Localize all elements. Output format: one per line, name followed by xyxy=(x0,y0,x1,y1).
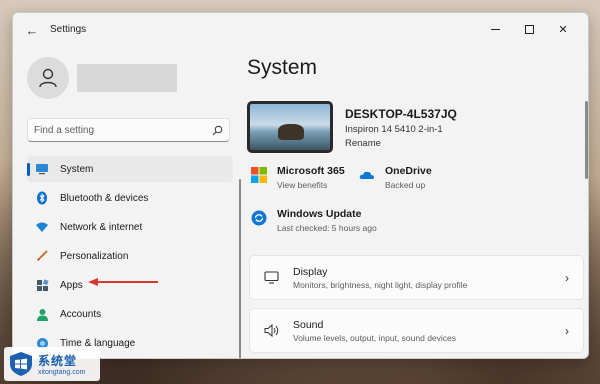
sound-icon xyxy=(263,323,279,339)
back-button[interactable]: ← xyxy=(23,22,41,38)
sound-card[interactable]: Sound Volume levels, output, input, soun… xyxy=(249,308,584,353)
minimize-icon xyxy=(490,28,500,30)
apps-icon xyxy=(35,278,49,292)
wifi-icon xyxy=(35,220,49,234)
sidebar-item-personalization[interactable]: Personalization xyxy=(27,243,233,269)
quick-title: OneDrive xyxy=(385,165,432,177)
sidebar-item-network[interactable]: Network & internet xyxy=(27,214,233,240)
onedrive-icon xyxy=(359,171,374,179)
quick-subtitle: Last checked: 5 hours ago xyxy=(277,223,377,233)
brush-icon xyxy=(35,249,49,263)
annotation-arrow xyxy=(88,278,158,286)
chevron-right-icon: › xyxy=(565,324,569,338)
accounts-icon xyxy=(35,307,49,321)
watermark-logo: 系统堂 xitongtang.com xyxy=(4,347,100,381)
quick-title: Microsoft 365 xyxy=(277,165,345,177)
windows-update-tile[interactable]: Windows Update Last checked: 5 hours ago xyxy=(251,208,377,233)
device-card: DESKTOP-4L537JQ Inspiron 14 5410 2-in-1 … xyxy=(247,101,457,153)
display-icon xyxy=(263,270,279,286)
sidebar-item-system[interactable]: System xyxy=(27,156,233,182)
maximize-button[interactable] xyxy=(514,19,544,39)
sidebar-nav: System Bluetooth & devices Network & int… xyxy=(27,156,233,358)
watermark-url: xitongtang.com xyxy=(38,369,86,376)
system-icon xyxy=(35,162,49,176)
display-card[interactable]: Display Monitors, brightness, night ligh… xyxy=(249,255,584,300)
sidebar-item-label: Apps xyxy=(60,279,83,291)
maximize-icon xyxy=(524,24,534,34)
bluetooth-icon xyxy=(35,191,49,205)
back-arrow-icon: ← xyxy=(25,22,39,38)
minimize-button[interactable] xyxy=(480,19,510,39)
rename-link[interactable]: Rename xyxy=(345,138,457,149)
card-title: Display xyxy=(293,265,328,278)
sidebar-item-label: System xyxy=(60,163,94,175)
device-name: DESKTOP-4L537JQ xyxy=(345,107,457,121)
page-title: System xyxy=(247,56,318,79)
sidebar-item-label: Accounts xyxy=(60,308,102,320)
onedrive-tile[interactable]: OneDrive Backed up xyxy=(359,165,432,190)
avatar xyxy=(27,57,69,99)
microsoft-365-tile[interactable]: Microsoft 365 View benefits xyxy=(251,165,345,190)
chevron-right-icon: › xyxy=(565,271,569,285)
card-subtitle: Volume levels, output, input, sound devi… xyxy=(293,332,457,343)
quick-subtitle: View benefits xyxy=(277,180,328,190)
shield-logo-icon xyxy=(10,352,32,376)
quick-title: Windows Update xyxy=(277,208,362,220)
microsoft-365-icon xyxy=(251,167,267,183)
sidebar-item-bluetooth[interactable]: Bluetooth & devices xyxy=(27,185,233,211)
windows-update-icon xyxy=(251,210,267,226)
card-subtitle: Monitors, brightness, night light, displ… xyxy=(293,279,468,290)
profile-name-redacted xyxy=(77,64,177,92)
close-button[interactable]: ✕ xyxy=(548,19,578,39)
sidebar-item-label: Personalization xyxy=(60,250,129,262)
sidebar-scrollbar[interactable] xyxy=(239,179,241,358)
watermark-name: 系统堂 xyxy=(38,354,78,368)
card-title: Sound xyxy=(293,318,324,331)
user-profile[interactable] xyxy=(27,56,177,100)
user-icon xyxy=(39,68,57,88)
app-title: Settings xyxy=(50,24,87,35)
sidebar-item-label: Network & internet xyxy=(60,221,143,233)
settings-window: ← Settings ✕ S xyxy=(12,12,589,359)
close-icon: ✕ xyxy=(558,23,568,36)
sidebar-item-label: Bluetooth & devices xyxy=(60,192,149,204)
main-scrollbar[interactable] xyxy=(585,101,588,179)
title-bar: ← Settings ✕ xyxy=(13,13,588,47)
quick-subtitle: Backed up xyxy=(385,180,426,190)
device-model: Inspiron 14 5410 2-in-1 xyxy=(345,124,443,135)
search-input[interactable] xyxy=(34,124,211,136)
search-icon[interactable] xyxy=(211,124,223,136)
sidebar-item-accounts[interactable]: Accounts xyxy=(27,301,233,327)
search-box[interactable] xyxy=(27,118,230,142)
device-thumbnail xyxy=(247,101,333,153)
